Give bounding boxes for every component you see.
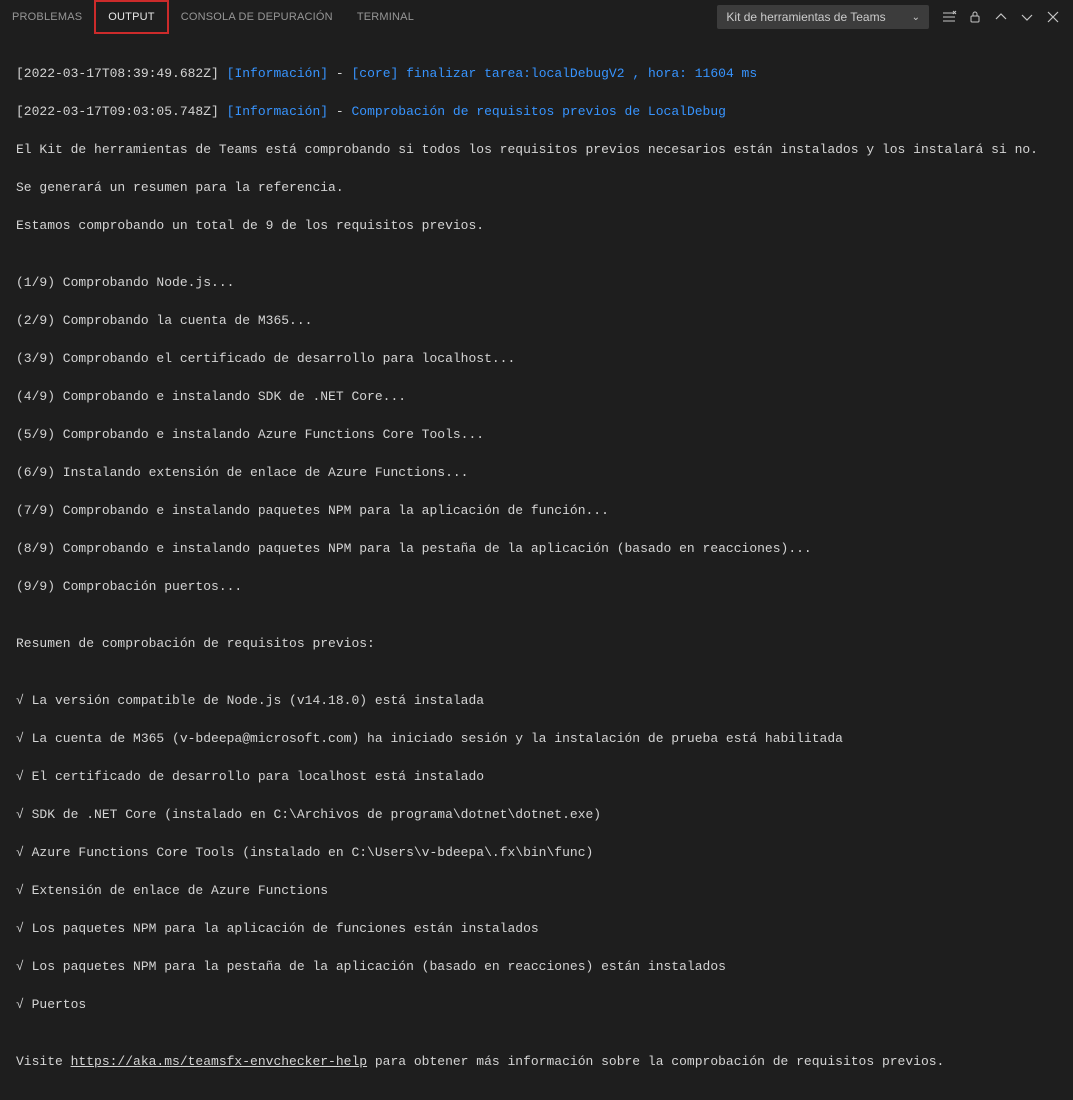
log-line: Se generará un resumen para la referenci… — [16, 178, 1057, 197]
separator: - — [328, 104, 351, 119]
close-panel-icon[interactable] — [1041, 5, 1065, 29]
log-line: √ SDK de .NET Core (instalado en C:\Arch… — [16, 805, 1057, 824]
tab-debug-console[interactable]: CONSOLA DE DEPURACIÓN — [169, 0, 345, 34]
log-line: (1/9) Comprobando Node.js... — [16, 273, 1057, 292]
log-line: [2022-03-17T09:03:05.748Z] [Información]… — [16, 102, 1057, 121]
log-line: [2022-03-17T08:39:49.682Z] [Información]… — [16, 64, 1057, 83]
log-line: Resumen de comprobación de requisitos pr… — [16, 634, 1057, 653]
log-line: (7/9) Comprobando e instalando paquetes … — [16, 501, 1057, 520]
log-line: √ Azure Functions Core Tools (instalado … — [16, 843, 1057, 862]
log-source: [core] — [351, 66, 398, 81]
log-level: [Información] — [227, 66, 328, 81]
log-message: finalizar tarea:localDebugV2 , hora: 116… — [398, 66, 757, 81]
panel-header: PROBLEMAS OUTPUT CONSOLA DE DEPURACIÓN T… — [0, 0, 1073, 35]
output-channel-dropdown[interactable]: Kit de herramientas de Teams ⌄ — [717, 5, 929, 29]
chevron-down-icon: ⌄ — [912, 12, 920, 23]
separator: - — [328, 66, 351, 81]
log-line: √ Puertos — [16, 995, 1057, 1014]
log-message: Comprobación de requisitos previos de Lo… — [351, 104, 725, 119]
tab-terminal[interactable]: TERMINAL — [345, 0, 426, 34]
log-line: √ El certificado de desarrollo para loca… — [16, 767, 1057, 786]
tab-problems[interactable]: PROBLEMAS — [0, 0, 94, 34]
log-line: (3/9) Comprobando el certificado de desa… — [16, 349, 1057, 368]
output-log: [2022-03-17T08:39:49.682Z] [Información]… — [0, 35, 1073, 1100]
log-text: Visite — [16, 1054, 71, 1069]
log-line: √ Extensión de enlace de Azure Functions — [16, 881, 1057, 900]
log-line: √ Los paquetes NPM para la pestaña de la… — [16, 957, 1057, 976]
log-line: (2/9) Comprobando la cuenta de M365... — [16, 311, 1057, 330]
log-line: (8/9) Comprobando e instalando paquetes … — [16, 539, 1057, 558]
lock-scroll-icon[interactable] — [963, 5, 987, 29]
log-line: (5/9) Comprobando e instalando Azure Fun… — [16, 425, 1057, 444]
log-line: (4/9) Comprobando e instalando SDK de .N… — [16, 387, 1057, 406]
log-line: Estamos comprobando un total de 9 de los… — [16, 216, 1057, 235]
help-link[interactable]: https://aka.ms/teamsfx-envchecker-help — [71, 1054, 367, 1069]
log-line: √ Los paquetes NPM para la aplicación de… — [16, 919, 1057, 938]
chevron-up-icon[interactable] — [989, 5, 1013, 29]
log-line: El Kit de herramientas de Teams está com… — [16, 140, 1057, 159]
log-line: √ La cuenta de M365 (v-bdeepa@microsoft.… — [16, 729, 1057, 748]
log-text: para obtener más información sobre la co… — [367, 1054, 944, 1069]
timestamp: [2022-03-17T09:03:05.748Z] — [16, 104, 219, 119]
log-line: (6/9) Instalando extensión de enlace de … — [16, 463, 1057, 482]
timestamp: [2022-03-17T08:39:49.682Z] — [16, 66, 219, 81]
log-level: [Información] — [227, 104, 328, 119]
clear-output-icon[interactable] — [937, 5, 961, 29]
chevron-down-icon[interactable] — [1015, 5, 1039, 29]
log-line: √ La versión compatible de Node.js (v14.… — [16, 691, 1057, 710]
panel-tabs: PROBLEMAS OUTPUT CONSOLA DE DEPURACIÓN T… — [0, 0, 426, 34]
log-line: Visite https://aka.ms/teamsfx-envchecker… — [16, 1052, 1057, 1071]
log-line: (9/9) Comprobación puertos... — [16, 577, 1057, 596]
dropdown-label: Kit de herramientas de Teams — [726, 10, 885, 24]
tab-output[interactable]: OUTPUT — [94, 0, 168, 34]
